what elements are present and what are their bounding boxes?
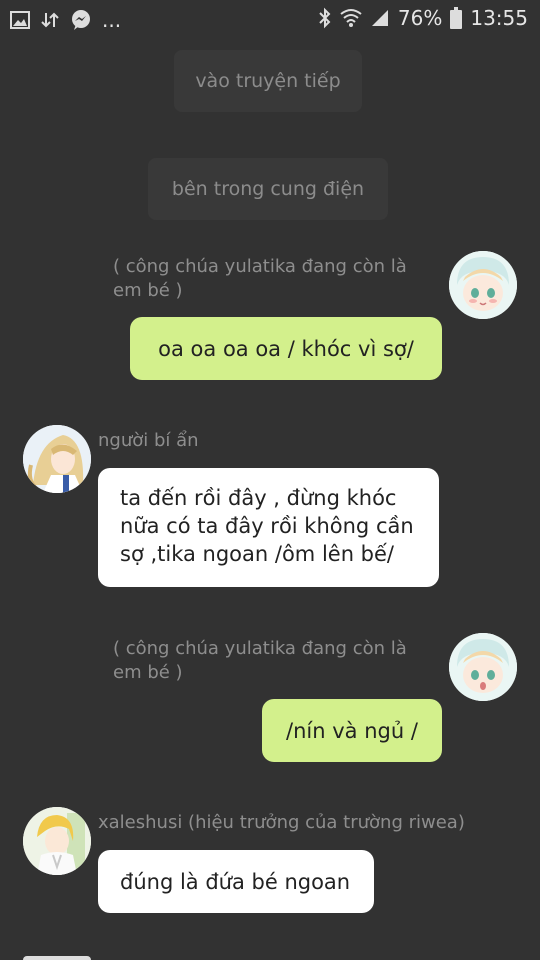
avatar-mysterious-person[interactable]: [23, 425, 91, 493]
messenger-icon: [70, 9, 92, 31]
message-bubble[interactable]: /nín và ngủ /: [262, 699, 442, 762]
battery-level: 76%: [397, 6, 443, 30]
sender-caption: ( công chúa yulatika đang còn là em bé ): [113, 256, 407, 301]
avatar-xaleshusi[interactable]: [23, 807, 91, 875]
notice-scene-palace: bên trong cung điện: [148, 158, 388, 220]
message-bubble[interactable]: ta đến rồi đây , đừng khóc nữa có ta đây…: [98, 468, 439, 587]
image-icon: [10, 11, 30, 29]
more-notifications: ...: [102, 8, 122, 32]
sender-caption: xaleshusi (hiệu trưởng của trường riwea): [98, 812, 465, 833]
transfer-icon: [40, 10, 60, 30]
avatar-baby-princess[interactable]: [449, 251, 517, 319]
avatar-baby-princess[interactable]: [449, 633, 517, 701]
sender-caption: ( công chúa yulatika đang còn là em bé ): [113, 638, 407, 683]
battery-icon: [450, 7, 463, 29]
signal-icon: [370, 8, 390, 28]
message-bubble[interactable]: oa oa oa oa / khóc vì sợ/: [130, 317, 442, 380]
message-bubble[interactable]: đúng là đứa bé ngoan: [98, 850, 374, 913]
avatar-partial: [23, 956, 91, 960]
clock: 13:55: [470, 6, 528, 30]
status-bar: ... 76% 13:55: [0, 0, 540, 38]
notice-continue-story: vào truyện tiếp: [174, 50, 362, 112]
sender-caption: người bí ẩn: [98, 430, 199, 451]
wifi-icon: [340, 8, 362, 28]
bluetooth-icon: [318, 7, 332, 29]
